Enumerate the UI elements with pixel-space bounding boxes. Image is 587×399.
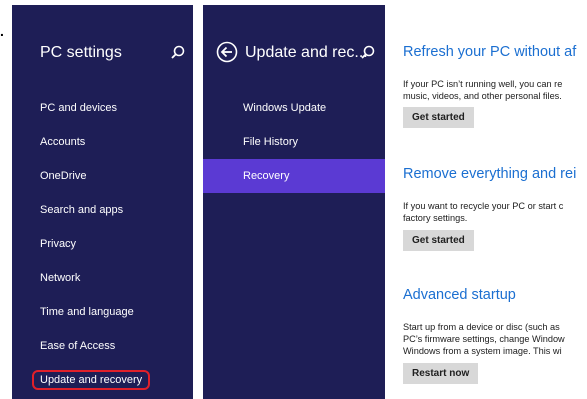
nav-item-file-history[interactable]: File History xyxy=(203,125,385,159)
window-edge-mark: . xyxy=(0,23,4,39)
remove-everything-title: Remove everything and rei xyxy=(403,166,577,182)
nav-item-label: Network xyxy=(40,272,81,284)
nav-item-onedrive[interactable]: OneDrive xyxy=(12,159,193,193)
nav-item-label: Update and recovery xyxy=(32,370,151,390)
nav-item-label: PC and devices xyxy=(40,102,118,114)
pc-settings-title: PC settings xyxy=(40,44,122,61)
nav-item-label: Privacy xyxy=(40,238,77,250)
pc-settings-pane: PC settings PC and devices Accounts OneD… xyxy=(12,5,193,399)
remove-get-started-button[interactable]: Get started xyxy=(403,230,474,251)
recovery-content: Refresh your PC without af If your PC is… xyxy=(403,5,587,399)
nav-item-label: OneDrive xyxy=(40,170,87,182)
nav-item-search-and-apps[interactable]: Search and apps xyxy=(12,193,193,227)
pc-settings-nav: PC and devices Accounts OneDrive Search … xyxy=(12,91,193,397)
nav-item-update-and-recovery[interactable]: Update and recovery xyxy=(12,363,193,397)
nav-item-time-and-language[interactable]: Time and language xyxy=(12,295,193,329)
nav-item-network[interactable]: Network xyxy=(12,261,193,295)
restart-now-button[interactable]: Restart now xyxy=(403,363,479,384)
search-icon[interactable] xyxy=(169,44,187,62)
nav-item-ease-of-access[interactable]: Ease of Access xyxy=(12,329,193,363)
update-pane-title: Update and rec... xyxy=(245,44,368,61)
nav-item-label: Accounts xyxy=(40,136,86,148)
back-arrow-icon[interactable] xyxy=(216,41,238,63)
nav-item-recovery[interactable]: Recovery xyxy=(203,159,385,193)
remove-everything-description: If you want to recycle your PC or start … xyxy=(403,201,564,223)
nav-item-privacy[interactable]: Privacy xyxy=(12,227,193,261)
nav-item-accounts[interactable]: Accounts xyxy=(12,125,193,159)
update-recovery-nav: Windows Update File History Recovery xyxy=(203,91,385,193)
nav-item-label: Search and apps xyxy=(40,204,124,216)
nav-item-label: Time and language xyxy=(40,306,134,318)
search-icon[interactable] xyxy=(359,44,377,62)
advanced-startup-title: Advanced startup xyxy=(403,287,516,303)
nav-item-windows-update[interactable]: Windows Update xyxy=(203,91,385,125)
nav-item-pc-and-devices[interactable]: PC and devices xyxy=(12,91,193,125)
update-recovery-pane: Update and rec... Windows Update File Hi… xyxy=(203,5,385,399)
advanced-startup-description: Start up from a device or disc (such as … xyxy=(403,322,565,356)
refresh-title: Refresh your PC without af xyxy=(403,44,577,60)
refresh-get-started-button[interactable]: Get started xyxy=(403,107,474,128)
refresh-description: If your PC isn’t running well, you can r… xyxy=(403,79,563,101)
nav-item-label: Ease of Access xyxy=(40,340,116,352)
